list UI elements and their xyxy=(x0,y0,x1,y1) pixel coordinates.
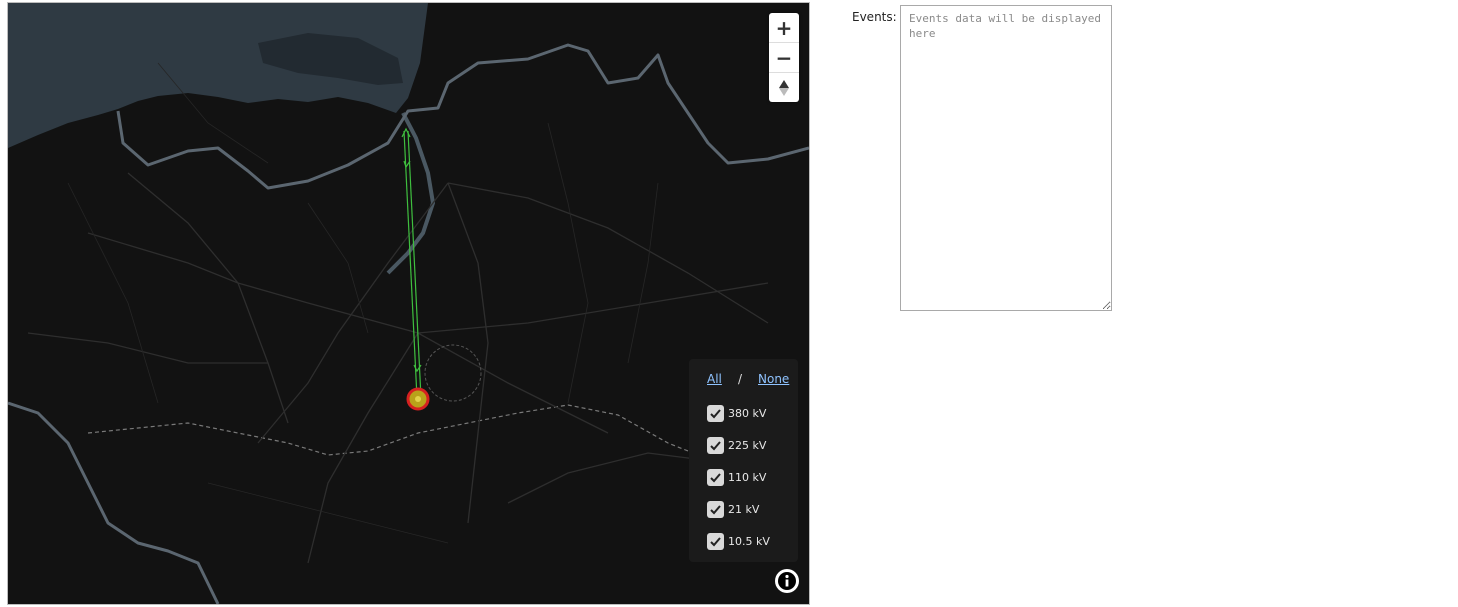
layer-label-380kv: 380 kV xyxy=(728,406,767,420)
info-icon xyxy=(778,572,796,590)
border-language xyxy=(87,404,699,456)
layer-separator: / xyxy=(738,372,743,386)
compass-button[interactable] xyxy=(769,73,799,102)
layer-none-link[interactable]: None xyxy=(758,372,789,386)
events-label: Events: xyxy=(852,10,897,24)
check-icon xyxy=(710,536,721,546)
layer-checkbox-110kv[interactable] xyxy=(707,468,724,486)
border-south xyxy=(8,401,220,604)
check-icon xyxy=(710,408,721,418)
check-icon xyxy=(710,472,721,482)
layer-checkbox-21kv[interactable] xyxy=(707,500,724,518)
events-textarea[interactable] xyxy=(900,5,1112,311)
zoom-in-button[interactable]: + xyxy=(769,13,799,43)
layer-label-110kv: 110 kV xyxy=(728,470,767,484)
zoom-out-button[interactable]: − xyxy=(769,43,799,73)
layer-row-380kv[interactable]: 380 kV xyxy=(707,404,766,422)
compass-icon xyxy=(779,79,789,96)
check-icon xyxy=(710,504,721,514)
layer-label-21kv: 21 kV xyxy=(728,502,760,516)
layer-all-none: All / None xyxy=(689,372,798,388)
city-ring xyxy=(424,344,482,402)
map-view[interactable]: + − All / None 380 kV 225 kV 110 kV 21 k… xyxy=(7,2,810,605)
substation-dot xyxy=(415,396,421,402)
layer-row-21kv[interactable]: 21 kV xyxy=(707,500,759,518)
layer-row-10-5kv[interactable]: 10.5 kV xyxy=(707,532,770,550)
voltage-layer-filter: All / None 380 kV 225 kV 110 kV 21 kV 10… xyxy=(689,359,798,562)
line-arrow-north xyxy=(401,127,411,138)
zoom-controls: + − xyxy=(769,13,799,102)
layer-row-110kv[interactable]: 110 kV xyxy=(707,468,766,486)
attribution-info-button[interactable] xyxy=(775,569,799,593)
layer-row-225kv[interactable]: 225 kV xyxy=(707,436,766,454)
layer-checkbox-380kv[interactable] xyxy=(707,404,724,422)
layer-checkbox-225kv[interactable] xyxy=(707,436,724,454)
transmission-line xyxy=(403,130,422,399)
layer-checkbox-10-5kv[interactable] xyxy=(707,532,724,550)
layer-all-link[interactable]: All xyxy=(707,372,722,386)
layer-label-225kv: 225 kV xyxy=(728,438,767,452)
layer-label-10-5kv: 10.5 kV xyxy=(728,534,770,548)
check-icon xyxy=(710,440,721,450)
